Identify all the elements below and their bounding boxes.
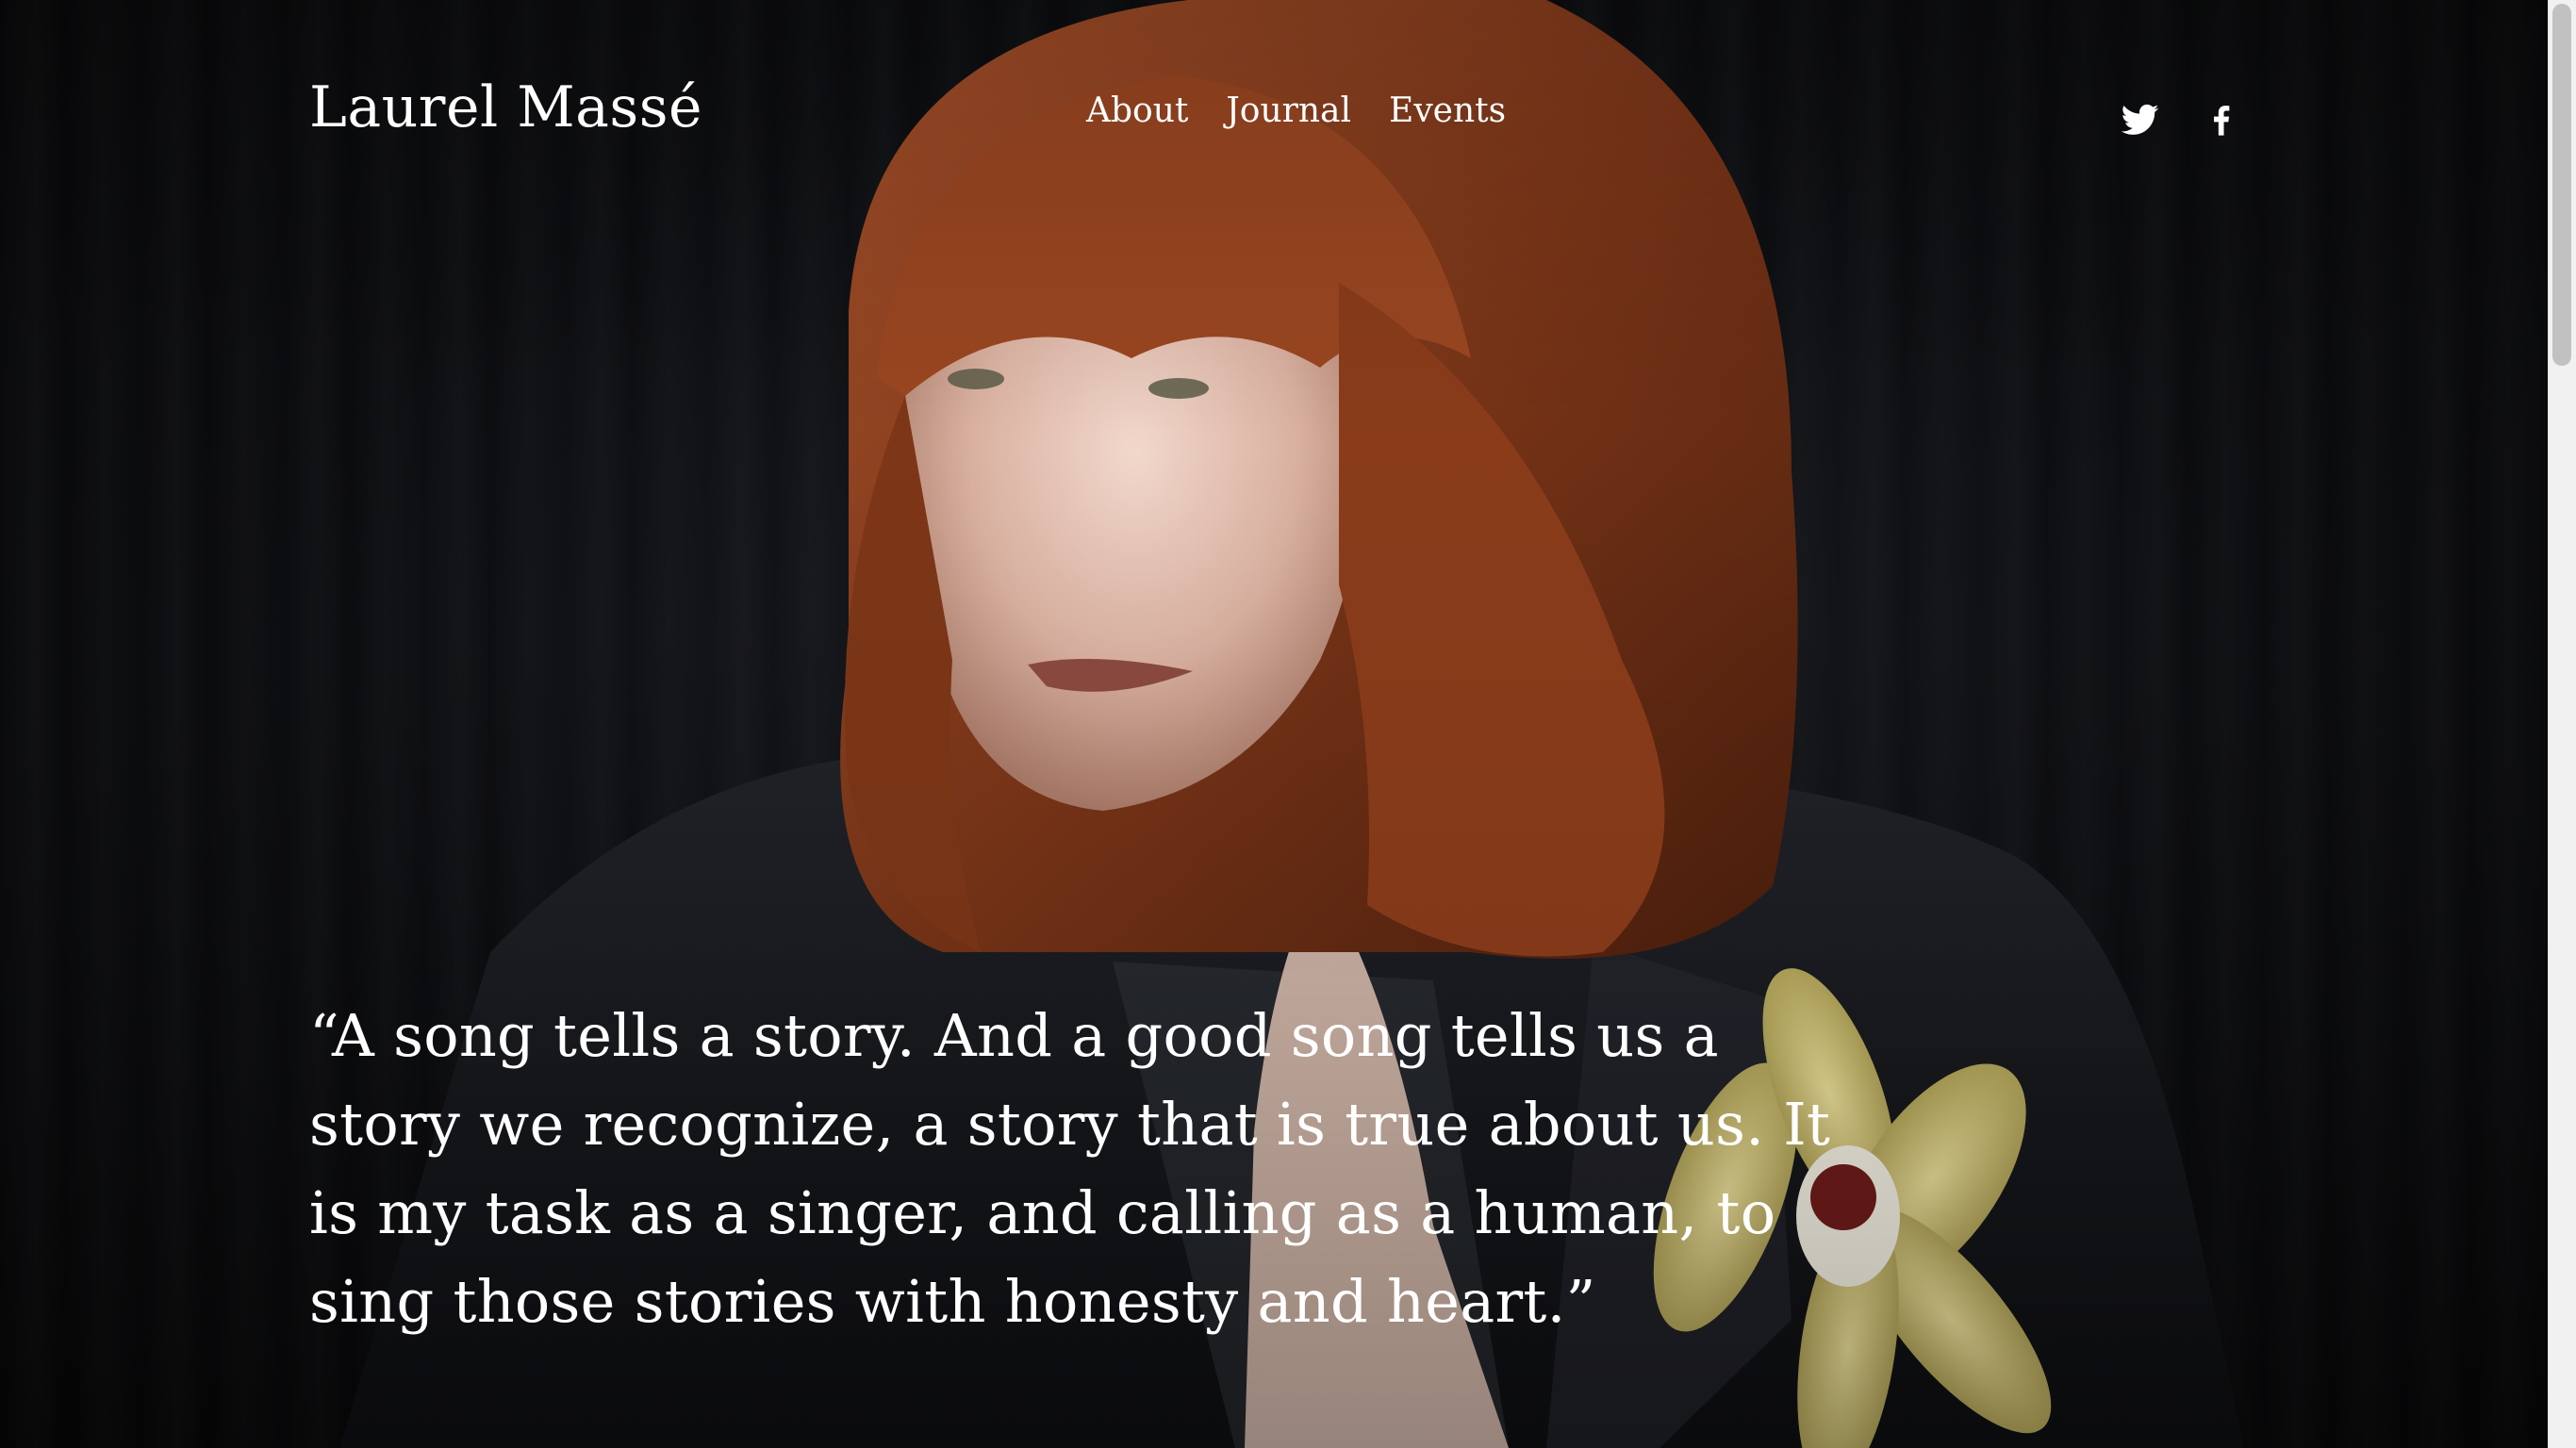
quote-line: “A song tells a story. And a good song t… bbox=[309, 1001, 1719, 1070]
nav-link-events[interactable]: Events bbox=[1389, 94, 1506, 128]
page: Laurel Massé About Journal Events “A son… bbox=[0, 0, 2576, 1448]
quote-line: sing those stories with honesty and hear… bbox=[309, 1267, 1596, 1336]
nav-link-journal[interactable]: Journal bbox=[1226, 94, 1351, 128]
social-links bbox=[2121, 101, 2240, 139]
hero-quote: “A song tells a story. And a good song t… bbox=[309, 992, 1831, 1346]
main-navigation: About Journal Events bbox=[1086, 94, 1506, 128]
quote-line: is my task as a singer, and calling as a… bbox=[309, 1178, 1776, 1247]
quote-line: story we recognize, a story that is true… bbox=[309, 1090, 1831, 1159]
site-title-link[interactable]: Laurel Massé bbox=[309, 79, 702, 136]
nav-link-about[interactable]: About bbox=[1086, 94, 1188, 128]
scrollbar-thumb[interactable] bbox=[2552, 4, 2571, 366]
twitter-icon[interactable] bbox=[2121, 101, 2159, 139]
facebook-icon[interactable] bbox=[2203, 101, 2240, 139]
